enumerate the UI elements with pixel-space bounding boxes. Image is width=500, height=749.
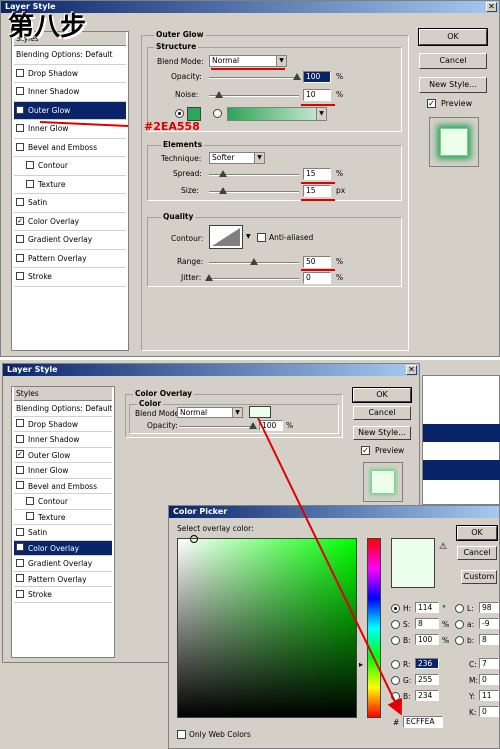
- annotation-arrow: [257, 417, 402, 716]
